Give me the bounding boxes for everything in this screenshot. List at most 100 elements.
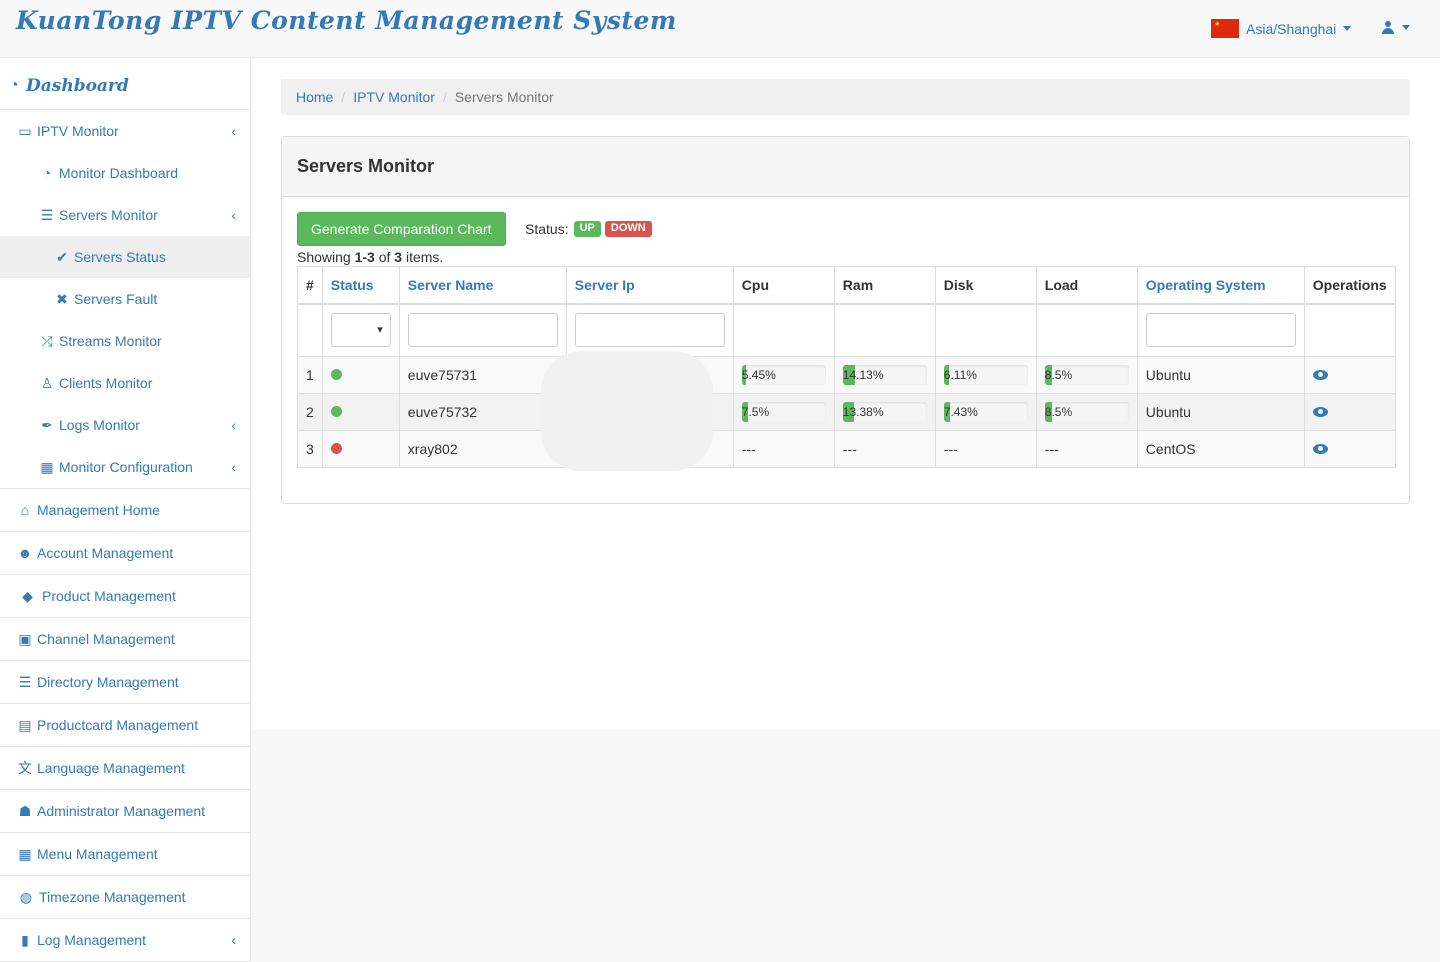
sidebar-item-timezone-management[interactable]: ◍ Timezone Management	[0, 876, 250, 918]
user-menu-dropdown[interactable]	[1382, 21, 1410, 34]
sidebar-item-label: Channel Management	[37, 631, 175, 647]
sidebar-item-servers-monitor[interactable]: ☰ Servers Monitor ‹	[0, 194, 250, 236]
sidebar-item-dashboard[interactable]: ◔ Dashboard	[6, 73, 256, 99]
breadcrumb-home[interactable]: Home	[296, 89, 333, 105]
main-content: Home / IPTV Monitor / Servers Monitor Se…	[251, 59, 1440, 729]
column-header-cpu: Cpu	[732, 266, 835, 305]
status-filter-select[interactable]	[330, 313, 391, 348]
column-header-disk: Disk	[934, 266, 1037, 305]
server-name-filter-input[interactable]	[407, 313, 558, 348]
sidebar-item-servers-fault[interactable]: ✖ Servers Fault	[0, 278, 250, 320]
user-shield-icon: ☗	[18, 802, 32, 819]
table-row: 1 euve75731 5.45% 14.13% 6.11% 8.5% Ubun…	[297, 356, 1396, 394]
chevron-left-icon: ‹	[231, 123, 236, 139]
book-icon: ▮	[21, 931, 29, 948]
times-circle-icon: ✖	[56, 290, 68, 307]
sidebar-item-label: Servers Status	[74, 249, 166, 265]
disk-value: ---	[934, 430, 1037, 468]
sidebar-item-menu-management[interactable]: ▦ Menu Management	[0, 833, 250, 875]
sidebar-item-administrator-management[interactable]: ☗ Administrator Management	[0, 790, 250, 832]
sidebar-item-monitor-dashboard[interactable]: ◔ Monitor Dashboard	[0, 152, 250, 194]
chevron-left-icon: ‹	[231, 932, 236, 948]
operating-system: Ubuntu	[1136, 393, 1305, 431]
sidebar-item-channel-management[interactable]: ▣ Channel Management	[0, 618, 250, 660]
load-value: ---	[1035, 430, 1138, 468]
sidebar-item-label: Product Management	[42, 588, 176, 604]
eye-icon[interactable]	[1312, 444, 1328, 454]
sidebar-item-label: Administrator Management	[37, 803, 206, 819]
status-up-dot-icon	[330, 369, 342, 380]
eye-icon[interactable]	[1312, 370, 1328, 380]
status-legend-label: Status:	[525, 221, 569, 237]
user-icon	[1382, 21, 1394, 34]
load-progress-bar: 8.5%	[1044, 402, 1129, 422]
list-icon: ☰	[18, 673, 32, 690]
sidebar-item-label: Language Management	[37, 760, 185, 776]
column-header-server-name[interactable]: Server Name	[398, 266, 567, 305]
status-legend: Status: UP DOWN	[525, 221, 652, 237]
sidebar-item-logs-monitor[interactable]: ✒ Logs Monitor ‹	[0, 404, 250, 446]
table-row: 2 euve75732 7.5% 13.38% 7.43% 8.5% Ubunt…	[297, 393, 1396, 431]
os-filter-input[interactable]	[1145, 313, 1296, 348]
sidebar-item-log-management[interactable]: ▮ Log Management ‹	[0, 919, 250, 961]
server-ip-filter-input[interactable]	[574, 313, 725, 348]
feather-icon: ✒	[41, 416, 53, 433]
column-header-server-ip[interactable]: Server Ip	[565, 266, 734, 305]
grid-summary: Showing 1-3 of 3 items.	[297, 249, 444, 265]
sidebar-item-management-home[interactable]: ⌂ Management Home	[0, 489, 250, 531]
grid-icon: ▦	[18, 845, 32, 862]
sidebar-item-servers-status[interactable]: ✔ Servers Status	[0, 236, 250, 278]
caret-down-icon	[1402, 25, 1410, 30]
sidebar-item-label: Servers Monitor	[59, 207, 158, 223]
redaction-blur	[541, 351, 713, 471]
sidebar-item-label: Clients Monitor	[59, 375, 153, 391]
chevron-left-icon: ‹	[231, 207, 236, 223]
cpu-progress-bar: 5.45%	[741, 365, 826, 385]
column-header-ram: Ram	[833, 266, 936, 305]
dashboard-icon: ◔	[9, 77, 19, 94]
sidebar-item-clients-monitor[interactable]: ♙ Clients Monitor	[0, 362, 250, 404]
brand-title[interactable]: KuanTong IPTV Content Management System	[16, 6, 677, 35]
ram-progress-bar: 14.13%	[842, 365, 927, 385]
column-header-operations: Operations	[1303, 266, 1396, 305]
sidebar: ◔ Dashboard ▭ IPTV Monitor ‹ ◔ Monitor D…	[0, 59, 251, 962]
filter-row	[297, 303, 1396, 357]
china-flag-icon: ★	[1211, 19, 1239, 38]
column-header-number: #	[297, 266, 323, 305]
generate-comparison-chart-button[interactable]: Generate Comparation Chart	[297, 212, 506, 246]
sidebar-item-monitor-configuration[interactable]: ▦ Monitor Configuration ‹	[0, 446, 250, 488]
sidebar-item-label: Dashboard	[26, 76, 129, 96]
sidebar-item-label: Account Management	[37, 545, 174, 561]
sidebar-item-streams-monitor[interactable]: ⤮ Streams Monitor	[0, 320, 250, 362]
cpu-value: ---	[732, 430, 835, 468]
status-down-dot-icon	[330, 443, 342, 454]
row-number: 1	[297, 356, 323, 394]
sidebar-item-label: Logs Monitor	[59, 417, 140, 433]
timezone-dropdown[interactable]: ★ Asia/Shanghai	[1211, 19, 1352, 38]
row-number: 2	[297, 393, 323, 431]
sidebar-item-account-management[interactable]: ☻ Account Management	[0, 532, 250, 574]
panel-title: Servers Monitor	[282, 137, 1409, 197]
eye-icon[interactable]	[1312, 407, 1328, 417]
disk-progress-bar: 6.11%	[943, 365, 1028, 385]
status-up-dot-icon	[330, 406, 342, 417]
breadcrumb-iptv-monitor[interactable]: IPTV Monitor	[353, 89, 435, 105]
servers-table: # Status Server Name Server Ip Cpu Ram D…	[297, 266, 1396, 468]
sidebar-item-product-management[interactable]: ◆ Product Management	[0, 575, 250, 617]
caret-down-icon	[1343, 26, 1352, 31]
sidebar-item-directory-management[interactable]: ☰ Directory Management	[0, 661, 250, 703]
top-navbar: KuanTong IPTV Content Management System …	[0, 0, 1440, 58]
cpu-progress-bar: 7.5%	[741, 402, 826, 422]
column-header-operating-system[interactable]: Operating System	[1136, 266, 1305, 305]
sidebar-item-iptv-monitor[interactable]: ▭ IPTV Monitor ‹	[0, 110, 250, 152]
dashboard-icon: ◔	[42, 165, 52, 181]
box-open-icon: ◆	[22, 587, 33, 604]
sidebar-item-language-management[interactable]: 文 Language Management	[0, 747, 250, 789]
chevron-left-icon: ‹	[231, 417, 236, 433]
sidebar-item-productcard-management[interactable]: ▤ Productcard Management	[0, 704, 250, 746]
ram-value: ---	[833, 430, 936, 468]
column-header-status[interactable]: Status	[321, 266, 400, 305]
disk-progress-bar: 7.43%	[943, 402, 1028, 422]
monitor-icon: ▭	[18, 122, 32, 139]
column-header-load: Load	[1035, 266, 1138, 305]
